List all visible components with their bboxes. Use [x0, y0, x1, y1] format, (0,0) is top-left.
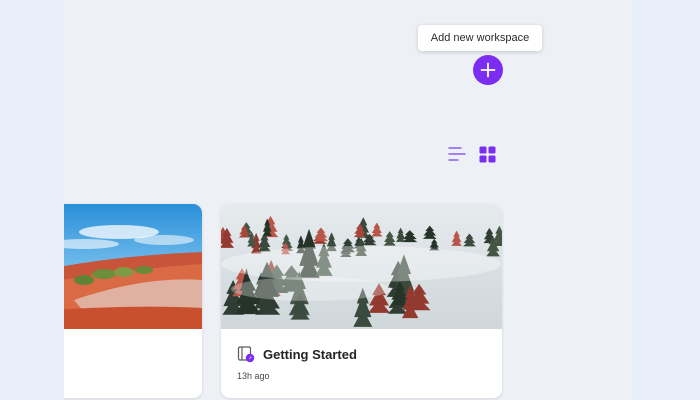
- workspace-gallery: Add new workspace Getting Started 13h ag…: [64, 0, 633, 400]
- workspace-card-getting-started[interactable]: Getting Started 13h ago: [221, 204, 502, 398]
- add-workspace-button[interactable]: [473, 55, 503, 85]
- list-view-button[interactable]: [448, 145, 466, 163]
- grid-view-button[interactable]: [479, 146, 496, 163]
- desert-landscape-image: [64, 204, 202, 329]
- right-panel: [633, 0, 700, 400]
- foggy-forest-image: [221, 204, 502, 329]
- workspace-card[interactable]: [64, 204, 202, 398]
- add-workspace-tooltip: Add new workspace: [418, 25, 542, 51]
- workspace-thumbnail: [64, 204, 202, 329]
- workspace-title: Getting Started: [263, 346, 357, 362]
- workspace-timestamp: 13h ago: [237, 371, 270, 381]
- notebook-icon: [237, 346, 255, 363]
- workspace-thumbnail: [221, 204, 502, 329]
- grid-view-icon: [479, 146, 496, 163]
- plus-icon: [480, 62, 496, 78]
- left-panel: [0, 0, 64, 400]
- list-view-icon: [448, 147, 466, 161]
